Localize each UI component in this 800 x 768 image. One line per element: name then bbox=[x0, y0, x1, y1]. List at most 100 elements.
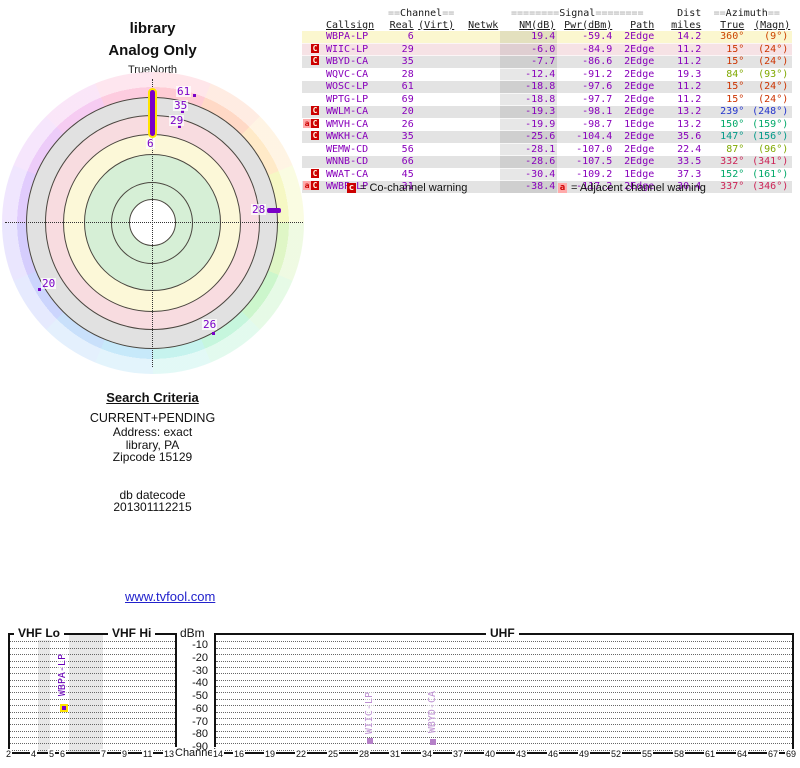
cell-netwk bbox=[456, 118, 501, 131]
dbm-gridline bbox=[216, 743, 792, 745]
search-criteria-title: Search Criteria bbox=[106, 390, 199, 405]
cell-true: 239° bbox=[703, 105, 747, 119]
cell-real: 26 bbox=[388, 118, 416, 131]
cell-path: 2Edge bbox=[614, 105, 657, 119]
cell-true: 332° bbox=[703, 155, 747, 169]
vhf-lo-label: VHF Lo bbox=[14, 626, 64, 640]
cell-real: 29 bbox=[388, 43, 416, 56]
dbm-gridline bbox=[10, 724, 175, 726]
cell-virt bbox=[415, 80, 457, 94]
dbm-gridline bbox=[10, 673, 175, 675]
cell-callsign: WIIC-LP bbox=[326, 43, 388, 56]
cell-virt bbox=[415, 118, 457, 131]
channel-61-marker-dot bbox=[193, 94, 196, 97]
cell-netwk bbox=[456, 68, 501, 81]
cell-virt bbox=[415, 168, 457, 181]
cell-magn: (156°) bbox=[746, 130, 793, 144]
dbm-gridline bbox=[10, 737, 175, 738]
cell-virt bbox=[415, 130, 457, 144]
cell-miles: 22.4 bbox=[656, 143, 704, 156]
channel-tick-label: 67 bbox=[767, 749, 780, 759]
cell-miles: 19.3 bbox=[656, 68, 704, 81]
WBYD-CA-signal-marker bbox=[430, 739, 436, 745]
dbm-gridline bbox=[216, 641, 792, 643]
cell-warn: C bbox=[302, 105, 326, 119]
channel-6-marker-bar bbox=[148, 88, 157, 138]
dbm-gridline bbox=[216, 724, 792, 726]
cell-warn: C bbox=[302, 55, 326, 69]
channel-tick-label: 40 bbox=[484, 749, 497, 759]
channel-tick-label: 46 bbox=[547, 749, 560, 759]
cell-magn: (9°) bbox=[746, 31, 793, 44]
cell-magn: (159°) bbox=[746, 118, 793, 131]
page-subtitle: Analog Only bbox=[108, 42, 197, 59]
cell-nm: -38.4 bbox=[500, 180, 558, 194]
channel-tick-label: 16 bbox=[233, 749, 246, 759]
cell-magn: (341°) bbox=[746, 155, 793, 169]
channel-tick-label: 43 bbox=[515, 749, 528, 759]
cell-magn: (24°) bbox=[746, 93, 793, 106]
cell-callsign: WPTG-LP bbox=[326, 93, 388, 106]
channel-group-header: ==Channel== bbox=[388, 8, 457, 20]
channel-tick-label: 28 bbox=[358, 749, 371, 759]
channel-28-label: 28 bbox=[251, 203, 267, 216]
col-pwr: Pwr(dBm) bbox=[557, 19, 615, 31]
table-row: WOSC-LP 61 -18.8 -97.6 2Edge 11.2 15° (24°) bbox=[302, 80, 793, 94]
adjacent-channel-warning-badge: a bbox=[558, 183, 567, 193]
station-table: ==Channel== ========Signal======== Dist … bbox=[302, 8, 793, 194]
dbm-gridline bbox=[216, 666, 792, 668]
cell-magn: (24°) bbox=[746, 43, 793, 56]
cell-netwk bbox=[456, 93, 501, 106]
dbm-gridline bbox=[216, 686, 792, 687]
cell-nm: -12.4 bbox=[500, 68, 558, 81]
cell-miles: 37.3 bbox=[656, 168, 704, 181]
dist-group-header: Dist bbox=[656, 8, 704, 20]
cell-virt bbox=[415, 31, 457, 44]
cell-real: 61 bbox=[388, 80, 416, 94]
cell-miles: 35.6 bbox=[656, 130, 704, 144]
cell-path: 2Edge bbox=[614, 55, 657, 69]
channel-tick-label: 61 bbox=[704, 749, 717, 759]
dbm-gridline bbox=[216, 654, 792, 656]
cell-miles: 13.2 bbox=[656, 105, 704, 119]
cell-pwr: -84.9 bbox=[557, 43, 615, 56]
cell-true: 337° bbox=[703, 180, 747, 194]
criteria-address: Address: exact bbox=[112, 425, 193, 439]
cell-magn: (24°) bbox=[746, 55, 793, 69]
cell-path: 2Edge bbox=[614, 80, 657, 94]
cell-virt bbox=[415, 43, 457, 56]
cell-warn bbox=[302, 80, 326, 94]
cell-true: 15° bbox=[703, 55, 747, 69]
cell-callsign: WWLM-CA bbox=[326, 105, 388, 119]
table-row: C WIIC-LP 29 -6.0 -84.9 2Edge 11.2 15° (24°) bbox=[302, 43, 793, 56]
channel-tick-label: 14 bbox=[212, 749, 225, 759]
dbm-tick-label: -50 bbox=[192, 690, 208, 702]
cell-callsign: WEMW-CD bbox=[326, 143, 388, 156]
cell-true: 150° bbox=[703, 118, 747, 131]
cell-pwr: -107.5 bbox=[557, 155, 615, 169]
dbm-gridline bbox=[10, 666, 175, 668]
cell-real: 45 bbox=[388, 168, 416, 181]
dbm-gridline bbox=[10, 717, 175, 719]
cell-true: 360° bbox=[703, 31, 747, 44]
dbm-tick-label: -90 bbox=[192, 741, 208, 753]
cell-nm: -19.9 bbox=[500, 118, 558, 131]
cell-callsign: WWAT-CA bbox=[326, 168, 388, 181]
co-channel-warning-badge: C bbox=[311, 168, 319, 178]
cell-real: 35 bbox=[388, 130, 416, 144]
cell-pwr: -86.6 bbox=[557, 55, 615, 69]
tvfool-link[interactable]: www.tvfool.com bbox=[125, 589, 215, 604]
cell-true: 15° bbox=[703, 93, 747, 106]
cell-true: 84° bbox=[703, 68, 747, 81]
channel-tick-label: 69 bbox=[785, 749, 798, 759]
channel-tick-label: 52 bbox=[610, 749, 623, 759]
table-row: WEMW-CD 56 -28.1 -107.0 2Edge 22.4 87° (96°) bbox=[302, 143, 793, 156]
uhf-chart-panel bbox=[214, 633, 794, 754]
cell-netwk bbox=[456, 130, 501, 144]
cell-nm: -28.6 bbox=[500, 155, 558, 169]
vhf-hi-label: VHF Hi bbox=[108, 626, 156, 640]
WBPA-LP-signal-label: WBPA-LP bbox=[57, 654, 68, 697]
cell-miles: 33.5 bbox=[656, 155, 704, 169]
co-channel-warning-badge: C bbox=[311, 56, 319, 65]
dbm-tick-label: -40 bbox=[192, 677, 208, 690]
